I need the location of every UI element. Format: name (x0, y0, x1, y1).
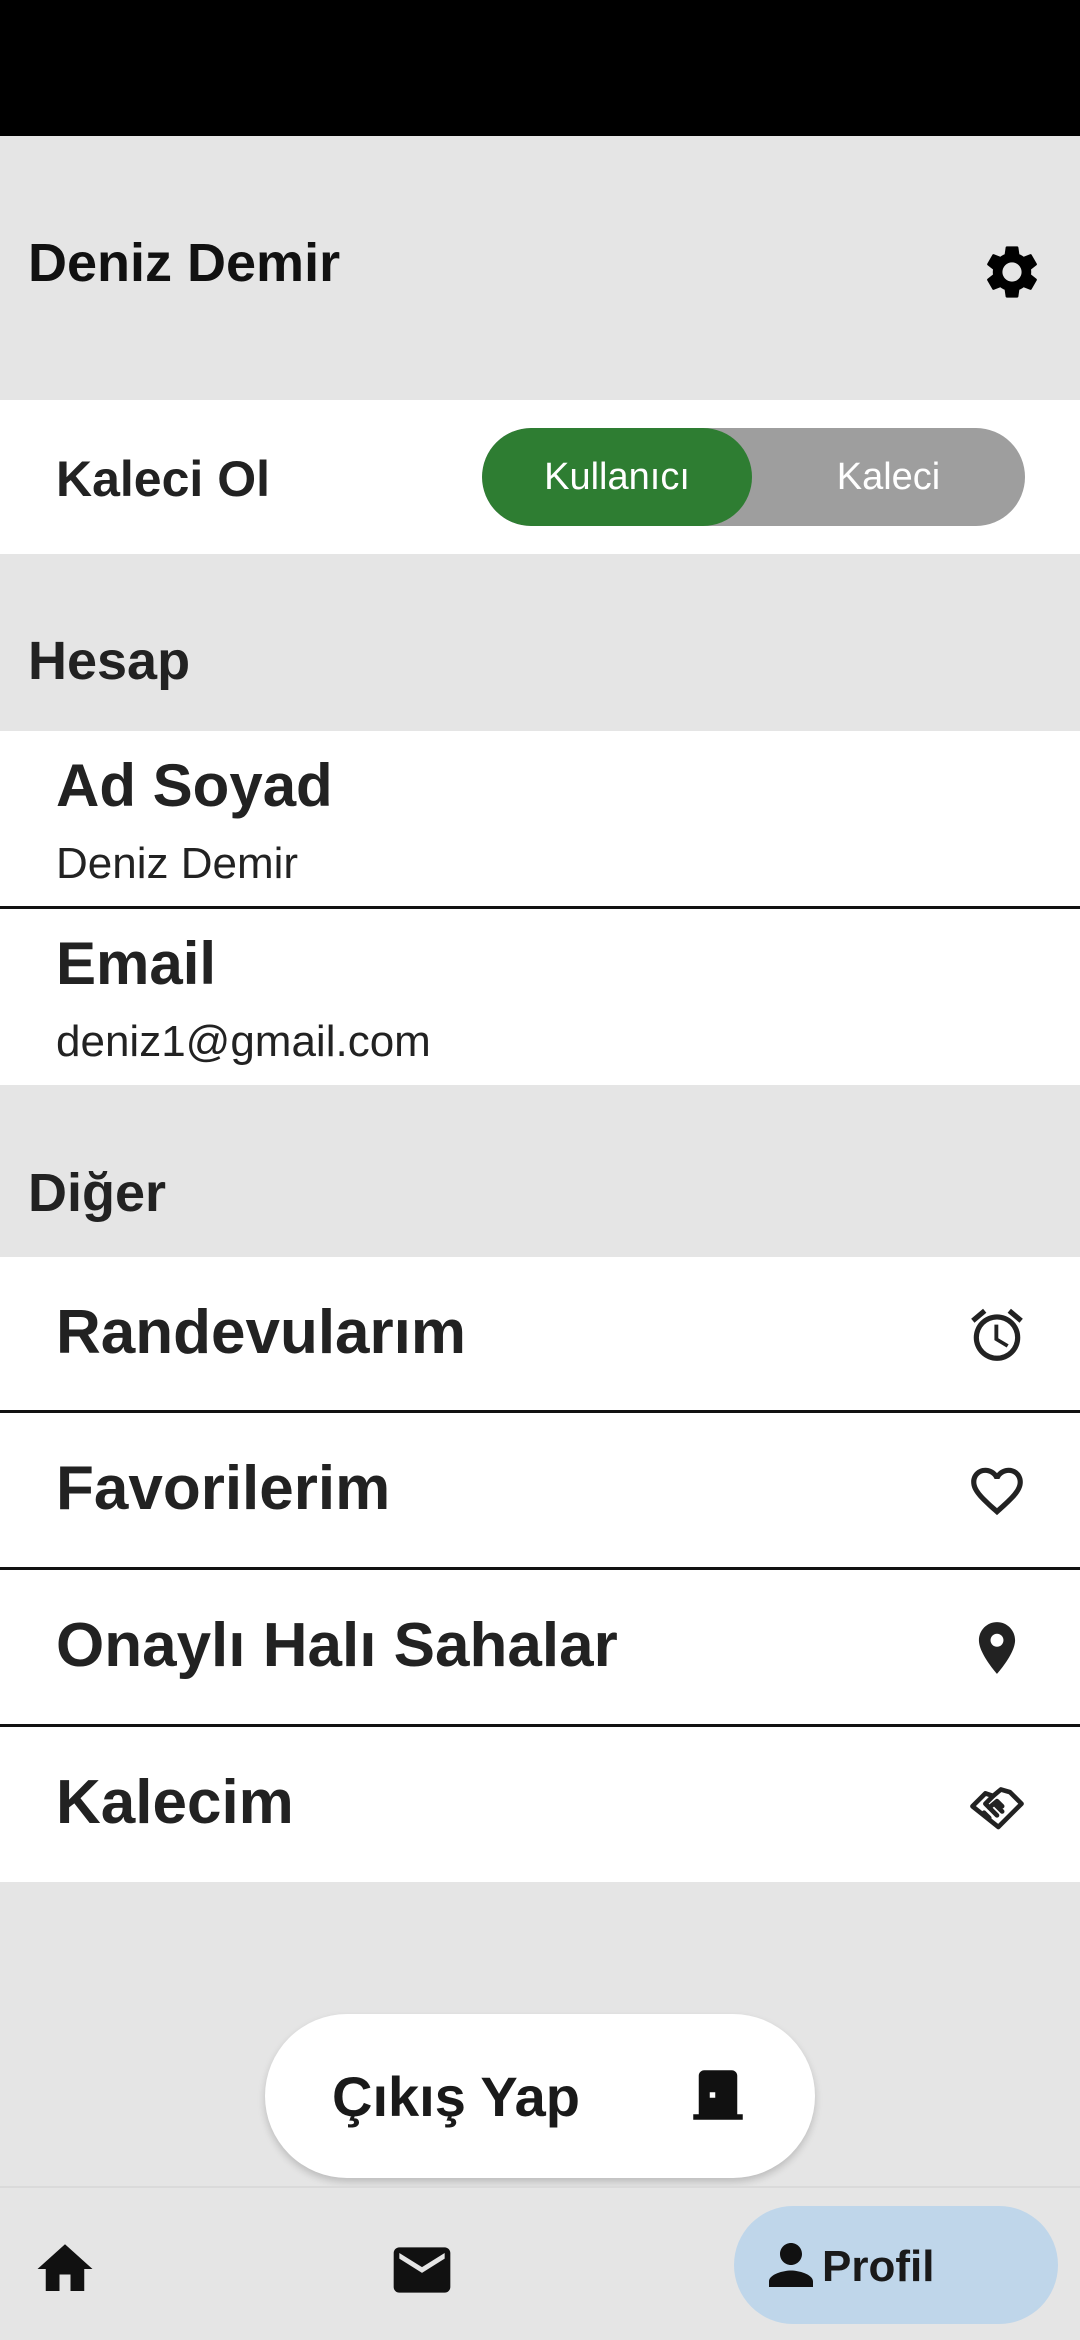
nav-profile-label: Profil (822, 2242, 935, 2291)
header: Deniz Demir (0, 136, 1080, 400)
menu-item-approved-pitches[interactable]: Onaylı Halı Sahalar (0, 1570, 1080, 1725)
field-email: Email deniz1@gmail.com (0, 909, 1080, 1085)
nav-profile-tab[interactable]: Profil (734, 2206, 1058, 2324)
role-option-goalkeeper[interactable]: Kaleci (752, 428, 1025, 526)
menu-item-my-goalkeeper[interactable]: Kalecim (0, 1727, 1080, 1882)
handshake-icon (970, 1787, 1024, 1830)
gear-icon[interactable] (980, 240, 1044, 304)
menu-item-label: Onaylı Halı Sahalar (56, 1611, 618, 1680)
menu-item-label: Favorilerim (56, 1454, 391, 1523)
person-icon (769, 2243, 813, 2287)
field-value: deniz1@gmail.com (56, 1017, 431, 1066)
menu-item-appointments[interactable]: Randevularım (0, 1257, 1080, 1412)
page-title: Deniz Demir (28, 233, 341, 293)
location-pin-icon (978, 1622, 1016, 1674)
home-icon[interactable] (32, 2236, 98, 2302)
heart-icon (971, 1467, 1023, 1516)
field-value: Deniz Demir (56, 839, 299, 888)
menu-item-favorites[interactable]: Favorilerim (0, 1413, 1080, 1568)
bottom-nav: Profil (0, 2186, 1080, 2340)
alarm-icon (971, 1308, 1023, 1361)
logout-label: Çıkış Yap (332, 2065, 581, 2128)
field-label: Email (56, 930, 217, 997)
field-label: Ad Soyad (56, 752, 333, 819)
goalkeeper-toggle-label: Kaleci Ol (56, 451, 270, 507)
goalkeeper-toggle-row: Kaleci Ol Kullanıcı Kaleci (0, 400, 1080, 554)
field-full-name: Ad Soyad Deniz Demir (0, 731, 1080, 907)
door-icon (693, 2070, 743, 2120)
section-title-other: Diğer (28, 1163, 167, 1223)
menu-item-label: Kalecim (56, 1768, 294, 1837)
menu-item-label: Randevularım (56, 1298, 467, 1367)
section-title-account: Hesap (28, 631, 191, 691)
role-option-user[interactable]: Kullanıcı (482, 428, 752, 526)
logout-button[interactable]: Çıkış Yap (265, 2014, 815, 2178)
mail-icon[interactable] (388, 2236, 456, 2304)
status-bar (0, 0, 1080, 136)
role-segmented-control[interactable]: Kullanıcı Kaleci (482, 428, 1025, 526)
